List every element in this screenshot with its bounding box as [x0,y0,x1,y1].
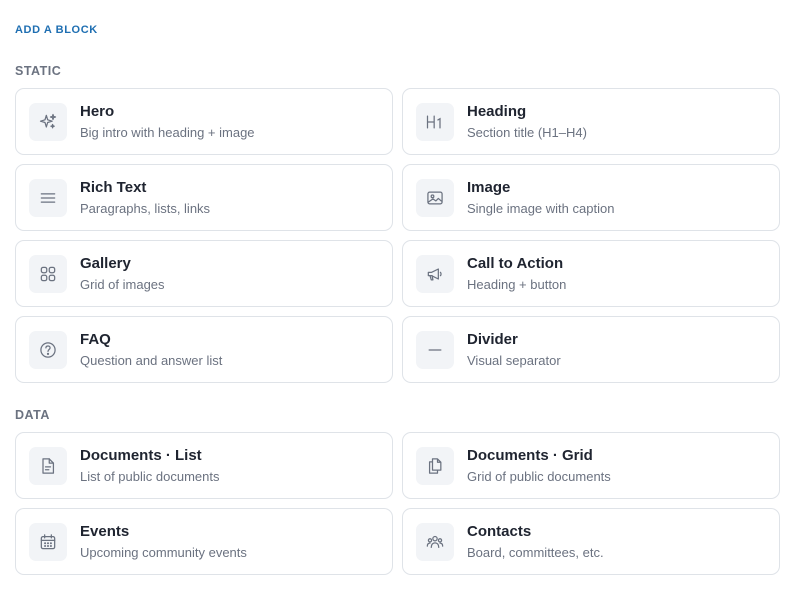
block-title: Events [80,523,130,540]
block-description: Grid of images [80,277,165,292]
block-card-hero[interactable]: Hero Big intro with heading + image [15,88,393,155]
add-block-panel: ADD A BLOCK STATIC Hero Big intro with h… [0,0,800,600]
block-title: Hero [80,103,115,120]
block-title: Documents · List [80,447,202,464]
calendar-icon [29,522,67,561]
section-label-static: STATIC [15,64,62,78]
block-title: Documents · Grid [467,447,593,464]
block-card-contacts[interactable]: Contacts Board, committees, etc. [402,508,780,575]
block-title: Image [467,179,511,196]
block-description: Upcoming community events [80,545,247,560]
block-description: Visual separator [467,353,561,368]
megaphone-icon [416,254,454,293]
block-description: Heading + button [467,277,567,292]
block-title: FAQ [80,331,111,348]
grid-icon [29,254,67,293]
block-title: Rich Text [80,179,147,196]
block-card-faq[interactable]: FAQ Question and answer list [15,316,393,383]
block-card-events[interactable]: Events Upcoming community events [15,508,393,575]
section-label-data: DATA [15,408,50,422]
block-description: Paragraphs, lists, links [80,201,211,216]
block-description: Question and answer list [80,353,223,368]
block-description: Grid of public documents [467,469,611,484]
block-title: Gallery [80,255,131,272]
people-icon [416,522,454,561]
static-blocks-grid: Hero Big intro with heading + image Head… [15,88,780,383]
block-card-heading[interactable]: Heading Section title (H1–H4) [402,88,780,155]
block-card-call-to-action[interactable]: Call to Action Heading + button [402,240,780,307]
block-card-image[interactable]: Image Single image with caption [402,164,780,231]
block-description: Big intro with heading + image [80,125,255,140]
sparkles-icon [29,102,67,141]
block-title: Contacts [467,523,532,540]
block-card-gallery[interactable]: Gallery Grid of images [15,240,393,307]
text-lines-icon [29,178,67,217]
block-description: List of public documents [80,469,220,484]
block-title: Call to Action [467,255,564,272]
block-card-rich-text[interactable]: Rich Text Paragraphs, lists, links [15,164,393,231]
block-card-documents-list[interactable]: Documents · List List of public document… [15,432,393,499]
block-title: Heading [467,103,527,120]
block-title: Divider [467,331,518,348]
document-icon [29,446,67,485]
panel-title: ADD A BLOCK [15,24,98,36]
block-card-divider[interactable]: Divider Visual separator [402,316,780,383]
question-circle-icon [29,330,67,369]
block-card-documents-grid[interactable]: Documents · Grid Grid of public document… [402,432,780,499]
image-icon [416,178,454,217]
block-description: Board, committees, etc. [467,545,604,560]
data-blocks-grid: Documents · List List of public document… [15,432,780,575]
block-description: Section title (H1–H4) [467,125,587,140]
heading-icon [416,102,454,141]
documents-stack-icon [416,446,454,485]
block-description: Single image with caption [467,201,615,216]
divider-icon [416,330,454,369]
